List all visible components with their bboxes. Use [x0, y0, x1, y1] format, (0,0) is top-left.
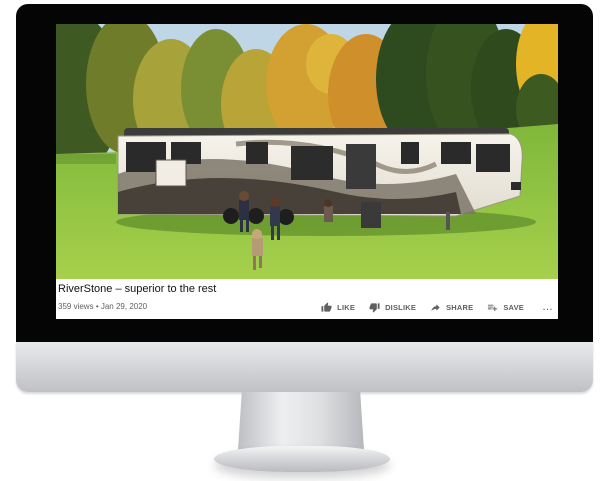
monitor-stand-neck: [238, 392, 364, 450]
share-button[interactable]: SHARE: [430, 302, 473, 313]
meta-separator: •: [95, 302, 99, 311]
dislike-button[interactable]: DISLIKE: [369, 302, 416, 313]
thumbs-up-icon: [321, 301, 332, 312]
share-arrow-icon: [431, 303, 440, 311]
dislike-label: DISLIKE: [385, 302, 417, 312]
more-options-button[interactable]: …: [542, 302, 554, 313]
share-label: SHARE: [446, 302, 474, 312]
playlist-add-icon: [488, 304, 498, 311]
video-actions: LIKE DISLIKE SHARE SAVE …: [307, 299, 554, 315]
video-title: RiverStone – superior to the rest: [58, 283, 217, 295]
fifth-wheel-trailer: [117, 128, 523, 230]
video-info: RiverStone – superior to the rest 359 vi…: [56, 279, 558, 319]
thumbs-down-icon: [369, 302, 380, 313]
save-label: SAVE: [503, 302, 524, 312]
upload-date: Jan 29, 2020: [100, 302, 148, 311]
save-button[interactable]: SAVE: [487, 302, 524, 313]
video-meta: 359 views • Jan 29, 2020: [58, 302, 147, 311]
video-frame: [56, 24, 558, 279]
monitor-chin: [16, 342, 593, 392]
like-label: LIKE: [337, 302, 356, 312]
view-count: 359 views: [58, 302, 94, 311]
video-player[interactable]: [56, 24, 558, 279]
like-button[interactable]: LIKE: [321, 301, 356, 313]
monitor-screen: RiverStone – superior to the rest 359 vi…: [56, 24, 558, 319]
monitor-stand-base: [214, 446, 390, 472]
